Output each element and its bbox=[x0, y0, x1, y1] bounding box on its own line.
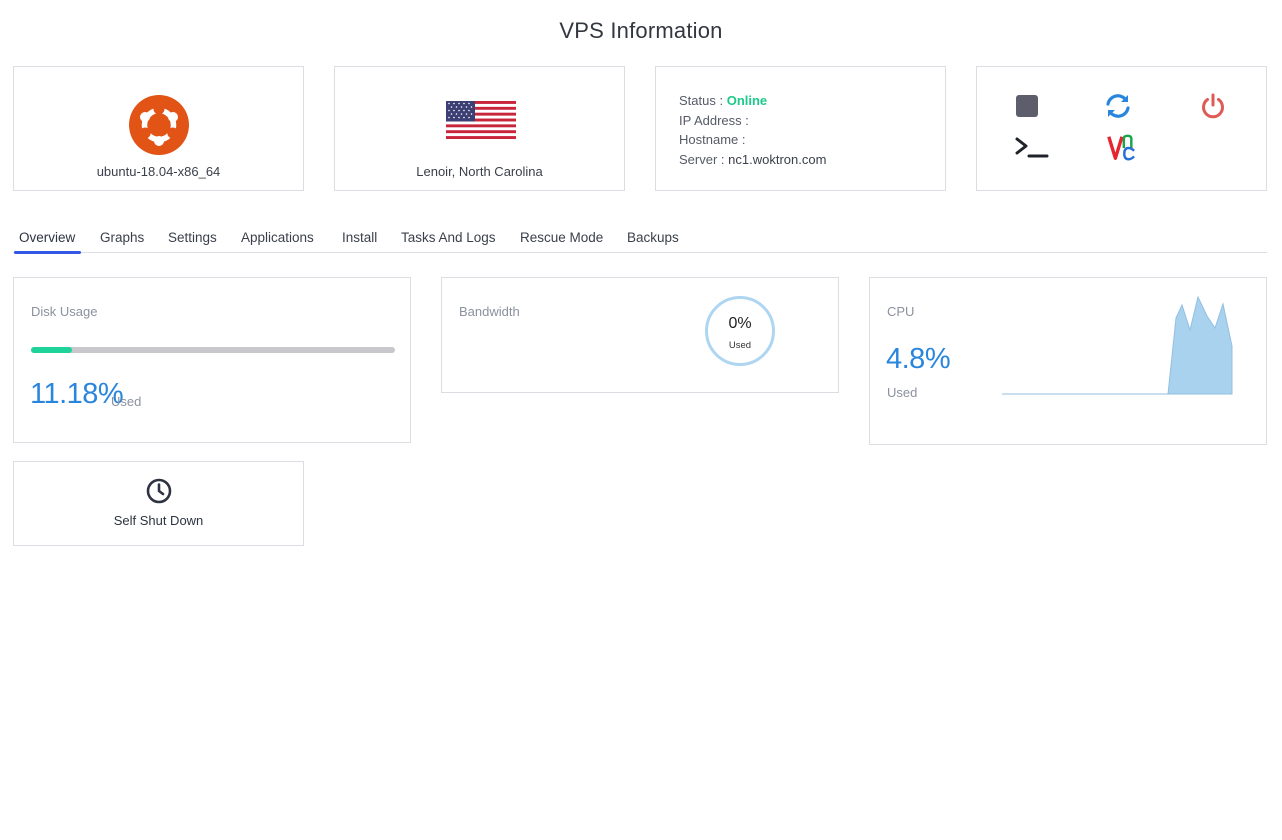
status-badge: Online bbox=[726, 93, 768, 108]
hostname-label: Hostname : bbox=[679, 132, 746, 148]
server-value: nc1.woktron.com bbox=[728, 151, 827, 167]
tab-bar: Overview Graphs Settings Applications In… bbox=[13, 226, 1267, 254]
cpu-label: CPU bbox=[887, 304, 915, 319]
tab-rescue-mode[interactable]: Rescue Mode bbox=[520, 230, 603, 253]
server-row: Server : nc1.woktron.com bbox=[679, 150, 826, 170]
status-label: Status : bbox=[679, 93, 724, 108]
ubuntu-logo-icon bbox=[129, 95, 189, 155]
tab-install[interactable]: Install bbox=[342, 230, 377, 253]
tab-tasks-and-logs[interactable]: Tasks And Logs bbox=[401, 230, 496, 253]
server-label: Server : bbox=[679, 151, 725, 167]
us-flag-icon bbox=[446, 101, 516, 139]
tab-applications[interactable]: Applications bbox=[241, 230, 314, 253]
bandwidth-card: Bandwidth 0% Used bbox=[441, 277, 839, 393]
page-title: VPS Information bbox=[559, 18, 723, 43]
disk-usage-card: Disk Usage 11.18% Used bbox=[13, 277, 411, 443]
cpu-value: 4.8% bbox=[886, 343, 951, 375]
vnc-icon bbox=[1107, 134, 1135, 161]
disk-used-label: Used bbox=[111, 394, 142, 409]
terminal-icon bbox=[1015, 137, 1049, 158]
status-row: Status : Online bbox=[679, 91, 826, 111]
actions-card bbox=[976, 66, 1267, 191]
stop-icon bbox=[1016, 95, 1038, 117]
restart-button[interactable] bbox=[1103, 91, 1133, 121]
os-card: ubuntu-18.04-x86_64 bbox=[13, 66, 304, 191]
ip-row: IP Address : bbox=[679, 111, 826, 131]
server-info-card: Status : Online IP Address : Hostname : … bbox=[655, 66, 946, 191]
console-button[interactable] bbox=[1014, 133, 1050, 163]
bandwidth-label: Bandwidth bbox=[459, 304, 520, 319]
hostname-row: Hostname : bbox=[679, 130, 826, 150]
os-name: ubuntu-18.04-x86_64 bbox=[96, 164, 221, 179]
tab-graphs[interactable]: Graphs bbox=[100, 230, 144, 253]
self-shutdown-label: Self Shut Down bbox=[113, 513, 204, 528]
clock-icon bbox=[146, 478, 172, 504]
stop-button[interactable] bbox=[1012, 91, 1042, 121]
tab-settings[interactable]: Settings bbox=[168, 230, 217, 253]
disk-usage-progress bbox=[31, 347, 395, 353]
disk-usage-label: Disk Usage bbox=[31, 304, 98, 319]
location-name: Lenoir, North Carolina bbox=[416, 164, 543, 179]
disk-usage-progress-fill bbox=[31, 347, 72, 353]
disk-usage-value: 11.18% bbox=[30, 378, 124, 410]
power-button[interactable] bbox=[1198, 91, 1228, 121]
location-card: Lenoir, North Carolina bbox=[334, 66, 625, 191]
cpu-card: CPU 4.8% Used bbox=[869, 277, 1267, 445]
cpu-used-label: Used bbox=[887, 385, 918, 400]
restart-icon bbox=[1106, 94, 1130, 118]
bandwidth-used-label: Used bbox=[728, 340, 752, 351]
vnc-button[interactable] bbox=[1106, 133, 1136, 163]
cpu-sparkline bbox=[1002, 295, 1233, 395]
ip-label: IP Address : bbox=[679, 112, 749, 128]
self-shutdown-button[interactable]: Self Shut Down bbox=[13, 461, 304, 546]
tab-backups[interactable]: Backups bbox=[627, 230, 679, 253]
power-icon bbox=[1202, 93, 1224, 119]
bandwidth-value: 0% bbox=[728, 315, 752, 332]
tab-overview[interactable]: Overview bbox=[13, 230, 82, 254]
